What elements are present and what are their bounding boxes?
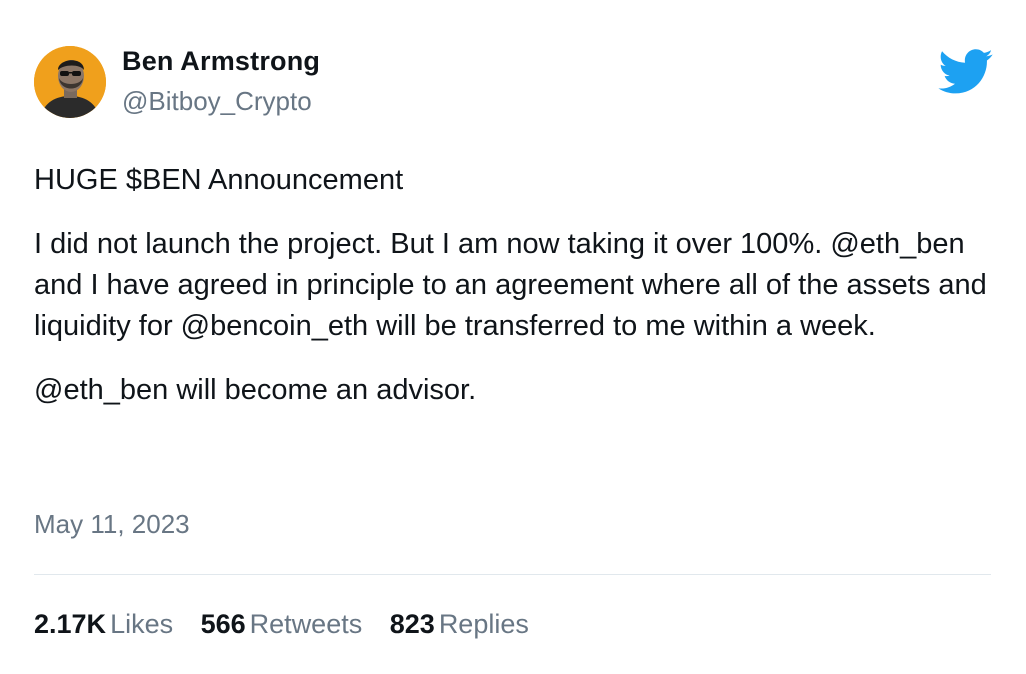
twitter-bird-icon[interactable] [938,49,994,95]
tweet-text: HUGE $BEN Announcement I did not launch … [34,160,994,411]
likes-label: Likes [110,609,174,639]
tweet-header: Ben Armstrong @Bitboy_Crypto [34,44,994,118]
divider [34,574,991,575]
tweet-paragraph-2: I did not launch the project. But I am n… [34,228,987,342]
tweet-date[interactable]: May 11, 2023 [34,506,190,542]
replies-stat[interactable]: 823 Replies [390,606,529,642]
tweet-paragraph-3: @eth_ben will become an advisor. [34,374,477,406]
author-display-name[interactable]: Ben Armstrong [122,44,320,78]
author-block: Ben Armstrong @Bitboy_Crypto [122,44,320,118]
tweet-paragraph-1: HUGE $BEN Announcement [34,164,404,196]
author-handle[interactable]: @Bitboy_Crypto [122,84,320,118]
likes-stat[interactable]: 2.17K Likes [34,606,173,642]
replies-label: Replies [438,609,529,639]
likes-count: 2.17K [34,609,107,639]
replies-count: 823 [389,609,435,639]
avatar-image [34,46,106,118]
tweet-stats: 2.17K Likes 566 Retweets 823 Replies [34,606,549,642]
retweets-count: 566 [200,609,246,639]
avatar[interactable] [34,46,106,118]
retweets-label: Retweets [249,609,363,639]
tweet-card: Ben Armstrong @Bitboy_Crypto HUGE $BEN A… [0,0,1026,674]
retweets-stat[interactable]: 566 Retweets [201,606,363,642]
